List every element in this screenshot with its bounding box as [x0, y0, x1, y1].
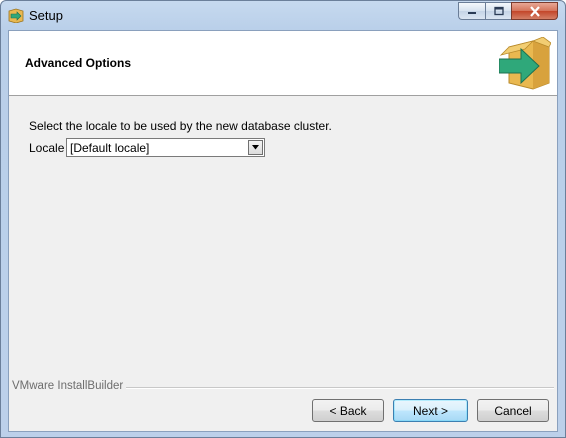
- title-bar[interactable]: Setup: [1, 1, 565, 30]
- locale-select-value: [Default locale]: [70, 141, 150, 155]
- back-button[interactable]: < Back: [312, 399, 384, 422]
- chevron-down-icon: [252, 145, 259, 150]
- dropdown-button[interactable]: [248, 140, 263, 155]
- installer-box-icon: [8, 8, 24, 23]
- next-button[interactable]: Next >: [393, 399, 468, 422]
- cancel-button[interactable]: Cancel: [477, 399, 549, 422]
- box-arrow-icon: [499, 37, 551, 90]
- locale-select[interactable]: [Default locale]: [66, 138, 265, 157]
- setup-window: Setup Advanced Options Select the locale…: [0, 0, 566, 438]
- minimize-icon: [468, 12, 476, 14]
- caption-buttons: [458, 2, 558, 21]
- client-area: Advanced Options Select the locale to be…: [8, 30, 558, 432]
- maximize-button[interactable]: [485, 2, 511, 20]
- locale-label: Locale: [29, 141, 65, 155]
- close-button[interactable]: [511, 2, 558, 20]
- close-icon: [529, 5, 540, 17]
- window-title: Setup: [29, 8, 63, 23]
- page-title: Advanced Options: [25, 56, 132, 70]
- wizard-header: Advanced Options: [9, 31, 557, 96]
- minimize-button[interactable]: [458, 2, 485, 20]
- maximize-icon: [493, 6, 504, 16]
- installer-brand: VMware InstallBuilder: [12, 380, 127, 392]
- locale-prompt: Select the locale to be used by the new …: [29, 119, 332, 133]
